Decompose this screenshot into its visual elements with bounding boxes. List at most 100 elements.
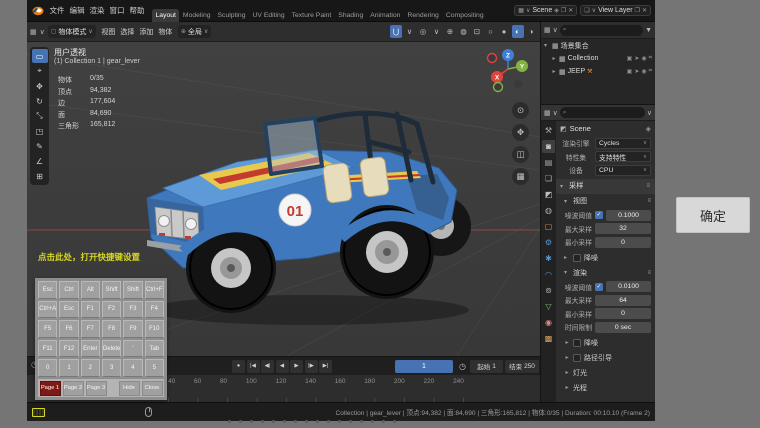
viewport-menu-2[interactable]: 添加 [137, 26, 156, 38]
shading-wireframe-icon[interactable]: ○ [485, 25, 497, 38]
blender-logo-icon[interactable] [31, 4, 44, 17]
disclosure-icon[interactable]: ▸ [551, 55, 557, 62]
zoom-icon[interactable]: ⊙ [512, 102, 529, 119]
keyboard-key-3-4[interactable]: ' [123, 340, 142, 358]
transform-orientation-dropdown[interactable]: ⊕ 全局 ∨ [178, 25, 211, 38]
noise-threshold-checkbox[interactable]: ✓ [595, 283, 603, 291]
properties-tab-constraints[interactable]: ⊚ [542, 284, 555, 297]
shading-material-preview-icon[interactable]: ◐ [512, 25, 524, 38]
render-noise-threshold-field[interactable]: 0.0100 [606, 281, 651, 292]
workspace-tab-compositing[interactable]: Compositing [442, 9, 487, 22]
noise-threshold-checkbox[interactable]: ✓ [595, 211, 603, 219]
keyboard-key-0-4[interactable]: Shift [123, 281, 142, 299]
playback-next-key-button[interactable]: |▶ [305, 360, 318, 373]
properties-tab-object[interactable]: ▢ [542, 220, 555, 233]
select-box-tool[interactable]: ▭ [32, 49, 48, 63]
current-frame-field[interactable]: 1 [395, 360, 453, 373]
navigation-gizmo[interactable]: Z Y X [485, 47, 531, 93]
keyboard-key-2-5[interactable]: F10 [145, 320, 164, 338]
snap-dropdown-icon[interactable]: ∨ [404, 25, 416, 38]
collapsed-section-0[interactable]: ▸降噪 [556, 335, 655, 350]
panel-menu-icon[interactable]: ≡ [647, 198, 651, 204]
pagination-dot-6[interactable] [294, 420, 297, 423]
filter-icon[interactable]: ▼ [645, 27, 652, 34]
pin-icon[interactable]: ◈ [646, 125, 651, 133]
outliner-row-scene-collection[interactable]: ▾ ▦ 场景集合 [541, 39, 655, 52]
properties-tab-scene[interactable]: ◩ [542, 188, 555, 201]
workspace-tab-rendering[interactable]: Rendering [404, 9, 442, 22]
keyboard-key-1-3[interactable]: F2 [102, 301, 121, 319]
keyboard-key-3-3[interactable]: Delete [102, 340, 121, 358]
workspace-tab-texture-paint[interactable]: Texture Paint [288, 9, 335, 22]
playback-play-button[interactable]: ▶ [290, 360, 303, 373]
keyboard-key-0-3[interactable]: Shift [102, 281, 121, 299]
scale-tool[interactable]: ⤡ [32, 109, 48, 123]
playback-prev-key-button[interactable]: ◀| [261, 360, 274, 373]
scene-selector[interactable]: ▦ ∨ Scene ◈ ❐ ✕ [514, 5, 577, 16]
pagination-dot-8[interactable] [316, 420, 319, 423]
exclude-checkbox-icon[interactable]: ▣ [627, 55, 633, 62]
viewport-max-samples-field[interactable]: 32 [595, 223, 651, 234]
pagination-dot-2[interactable] [250, 420, 253, 423]
add-cube-tool[interactable]: ⊞ [32, 169, 48, 183]
snap-magnet-icon[interactable]: ⋃ [390, 25, 402, 38]
hide-eye-icon[interactable]: ◉ [641, 68, 646, 75]
hide-eye-icon[interactable]: ◉ [641, 55, 646, 62]
keyboard-page-page-2[interactable]: Page 2 [63, 381, 84, 396]
playback-jump-start-button[interactable]: |◀ [247, 360, 260, 373]
properties-search-input[interactable]: ⌕ [560, 107, 645, 118]
collapsed-section-3[interactable]: ▸光程 [556, 380, 655, 395]
keyboard-key-4-5[interactable]: 5 [145, 359, 164, 377]
keyboard-key-1-4[interactable]: F3 [123, 301, 142, 319]
pagination-dot-0[interactable] [228, 420, 231, 423]
properties-tab-material[interactable]: ◉ [542, 316, 555, 329]
keyboard-key-2-2[interactable]: F7 [81, 320, 100, 338]
keyboard-key-0-1[interactable]: Ctrl [59, 281, 78, 299]
copy-scene-icon[interactable]: ❐ [561, 7, 566, 14]
close-icon[interactable]: ✕ [642, 7, 647, 14]
close-icon[interactable]: ✕ [568, 7, 573, 14]
pan-icon[interactable]: ✥ [512, 124, 529, 141]
workspace-tab-uv-editing[interactable]: UV Editing [249, 9, 288, 22]
keyboard-key-4-1[interactable]: 1 [59, 359, 78, 377]
topbar-menu-0[interactable]: 文件 [47, 3, 67, 18]
view-layer-selector[interactable]: ❏ ∨ View Layer ❐ ✕ [580, 5, 651, 16]
properties-tab-physics[interactable]: ◠ [542, 268, 555, 281]
confirm-button[interactable]: 确定 [676, 197, 750, 233]
outliner-search-input[interactable]: ⌕ [560, 25, 643, 36]
jeep-model[interactable]: 01 [119, 80, 499, 350]
keyboard-key-4-4[interactable]: 4 [123, 359, 142, 377]
shading-solid-icon[interactable]: ● [498, 25, 510, 38]
keyboard-key-4-2[interactable]: 2 [81, 359, 100, 377]
keyboard-key-4-0[interactable]: 0 [38, 359, 57, 377]
properties-tab-view-layer[interactable]: ❏ [542, 172, 555, 185]
keyboard-key-2-1[interactable]: F6 [59, 320, 78, 338]
frame-start-field[interactable]: 起始1 [470, 360, 503, 373]
render-visibility-icon[interactable]: ⌗ [649, 55, 652, 62]
viewport-menu-1[interactable]: 选择 [118, 26, 137, 38]
mode-dropdown[interactable]: ▢ 物体模式 ∨ [48, 25, 96, 38]
properties-tab-particles[interactable]: ✱ [542, 252, 555, 265]
move-tool[interactable]: ✥ [32, 79, 48, 93]
workspace-tab-sculpting[interactable]: Sculpting [214, 9, 249, 22]
setting-value-dropdown[interactable]: 支持特性∨ [595, 151, 651, 162]
collapsed-section-2[interactable]: ▸灯光 [556, 365, 655, 380]
keyboard-key-4-3[interactable]: 3 [102, 359, 121, 377]
playback-play-back-button[interactable]: ◀ [276, 360, 289, 373]
keyboard-key-3-2[interactable]: Enter [81, 340, 100, 358]
properties-editor-icon[interactable]: ▦ [544, 109, 551, 117]
keyboard-page-page-3[interactable]: Page 3 [86, 381, 107, 396]
annotate-tool[interactable]: ✎ [32, 139, 48, 153]
keyboard-key-2-4[interactable]: F9 [123, 320, 142, 338]
pagination-dot-7[interactable] [305, 420, 308, 423]
workspace-tab-modeling[interactable]: Modeling [179, 9, 214, 22]
collapsed-section-1[interactable]: ▸路径引导 [556, 350, 655, 365]
keyboard-key-3-5[interactable]: Tab [145, 340, 164, 358]
properties-tab-world[interactable]: ◍ [542, 204, 555, 217]
keyboard-key-2-3[interactable]: F8 [102, 320, 121, 338]
viewport-sampling-header[interactable]: ▾ 视图 ≡ [556, 194, 655, 208]
properties-tab-texture[interactable]: ▩ [542, 332, 555, 345]
pagination-dot-3[interactable] [261, 420, 264, 423]
keyboard-key-0-5[interactable]: Ctrl+F [145, 281, 164, 299]
grid-icon[interactable]: ▦ [512, 168, 529, 185]
